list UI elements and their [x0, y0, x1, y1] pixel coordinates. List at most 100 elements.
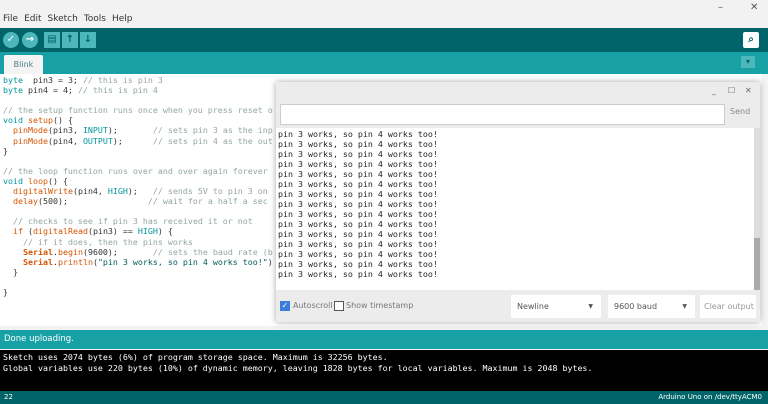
serial-output-line: pin 3 works, so pin 4 works too!: [278, 239, 438, 249]
code-token: (9600);: [82, 246, 153, 257]
serial-output-line: pin 3 works, so pin 4 works too!: [278, 259, 438, 269]
code-token: // this is pin 3: [82, 75, 163, 85]
serial-output-line: pin 3 works, so pin 4 works too!: [278, 249, 438, 259]
code-token: digitalRead: [33, 226, 88, 237]
console-line: Global variables use 220 bytes (10%) of …: [3, 363, 593, 373]
tab-blink[interactable]: Blink: [4, 55, 43, 74]
code-token: ) {: [157, 226, 173, 237]
code-token: // the loop function runs over and over …: [3, 165, 268, 176]
code-token: }: [3, 145, 8, 156]
code-token: // sets pin 3 as the inp: [152, 125, 273, 136]
serial-monitor-window: _ ☐ ✕ Send pin 3 works, so pin 4 works t…: [276, 82, 760, 322]
code-token: Serial: [22, 256, 53, 267]
send-button[interactable]: Send: [730, 107, 750, 116]
code-token: (pin3) ==: [87, 226, 138, 237]
serial-output-line: pin 3 works, so pin 4 works too!: [278, 189, 438, 199]
code-token: // sets pin 4 as the out: [152, 135, 273, 146]
code-token: (pin4,: [72, 186, 108, 197]
chevron-down-icon: ▼: [682, 303, 687, 310]
code-token: begin: [57, 246, 83, 257]
code-token: pin4 = 4;: [22, 85, 78, 96]
code-token: void: [3, 175, 23, 186]
code-token: // sets the baud rate (b: [152, 246, 273, 257]
line-ending-select[interactable]: Newline ▼: [511, 295, 601, 318]
menu-sketch[interactable]: Sketch: [48, 14, 78, 24]
code-token: (pin4,: [47, 135, 83, 146]
serial-output-line: pin 3 works, so pin 4 works too!: [278, 139, 438, 149]
monitor-close-button[interactable]: ✕: [745, 86, 752, 95]
baud-value: 9600 baud: [614, 302, 658, 311]
code-token: // wait for a half a sec: [147, 196, 268, 207]
menu-file[interactable]: File: [3, 14, 18, 24]
board-info: Arduino Uno on /dev/ttyACM0: [658, 393, 762, 401]
serial-output-line: pin 3 works, so pin 4 works too!: [278, 159, 438, 169]
autoscroll-checkbox[interactable]: ✓: [280, 301, 290, 311]
upload-button[interactable]: →: [22, 32, 38, 48]
code-token: Serial: [22, 246, 53, 257]
serial-monitor-button[interactable]: ⌕: [743, 32, 759, 48]
monitor-maximize-button[interactable]: ☐: [728, 86, 735, 95]
serial-output-line: pin 3 works, so pin 4 works too!: [278, 229, 438, 239]
code-token: byte: [3, 75, 23, 85]
code-token: digitalWrite: [13, 186, 73, 197]
clear-output-button[interactable]: Clear output: [700, 295, 756, 318]
code-token: loop: [22, 175, 48, 186]
code-token: );: [107, 125, 153, 136]
code-token: "pin 3 works, so pin 4 works too!": [97, 256, 268, 267]
serial-output-line: pin 3 works, so pin 4 works too!: [278, 169, 438, 179]
code-token: pin3 = 3;: [22, 75, 83, 85]
serial-output-line: pin 3 works, so pin 4 works too!: [278, 179, 438, 189]
code-token: );: [112, 135, 153, 146]
console-line: Sketch uses 2074 bytes (6%) of program s…: [3, 352, 388, 362]
editor-scrollbar[interactable]: [762, 74, 768, 326]
serial-output: pin 3 works, so pin 4 works too! pin 3 wo…: [276, 128, 754, 290]
line-ending-value: Newline: [517, 302, 549, 311]
menu-bar: File Edit Sketch Tools Help: [0, 14, 768, 28]
code-token: delay: [13, 196, 38, 207]
line-number: 22: [4, 393, 13, 401]
serial-output-scrollbar[interactable]: [754, 128, 760, 290]
code-token: HIGH: [107, 186, 128, 197]
timestamp-checkbox[interactable]: [334, 301, 344, 311]
code-token: setup: [22, 115, 53, 126]
console-output: Sketch uses 2074 bytes (6%) of program s…: [0, 350, 768, 391]
minimize-button[interactable]: –: [718, 2, 723, 13]
code-token: HIGH: [137, 226, 158, 237]
menu-help[interactable]: Help: [112, 14, 133, 24]
code-token: // sends 5V to pin 3 on: [152, 186, 268, 197]
serial-output-line: pin 3 works, so pin 4 works too!: [278, 269, 438, 279]
menu-tools[interactable]: Tools: [84, 14, 106, 24]
close-button[interactable]: ✕: [750, 2, 758, 13]
code-token: );: [127, 186, 153, 197]
open-button[interactable]: ↑: [62, 32, 78, 48]
serial-input[interactable]: [280, 104, 725, 125]
serial-output-line: pin 3 works, so pin 4 works too!: [278, 209, 438, 219]
code-token: (pin3,: [47, 125, 83, 136]
verify-button[interactable]: ✓: [3, 32, 19, 48]
new-button[interactable]: ▤: [44, 32, 60, 48]
code-token: OUTPUT: [82, 135, 113, 146]
code-token: void: [3, 115, 23, 126]
code-token: }: [3, 286, 8, 297]
monitor-bottom-bar: ✓ Autoscroll Show timestamp Newline ▼ 960…: [276, 292, 760, 322]
serial-output-line: pin 3 works, so pin 4 works too!: [278, 129, 438, 139]
tab-menu-button[interactable]: ▾: [741, 56, 755, 68]
save-button[interactable]: ↓: [80, 32, 96, 48]
code-token: () {: [47, 175, 68, 186]
code-token: if: [13, 226, 23, 237]
scrollbar-thumb[interactable]: [754, 238, 760, 290]
status-bar: Done uploading.: [0, 330, 768, 349]
code-token: ): [267, 256, 273, 267]
menu-edit[interactable]: Edit: [24, 14, 41, 24]
monitor-minimize-button[interactable]: _: [712, 86, 716, 95]
code-token: // the setup function runs once when you…: [3, 105, 273, 116]
baud-select[interactable]: 9600 baud ▼: [608, 295, 695, 318]
code-token: }: [3, 266, 18, 277]
tab-strip: Blink ▾: [0, 52, 768, 74]
